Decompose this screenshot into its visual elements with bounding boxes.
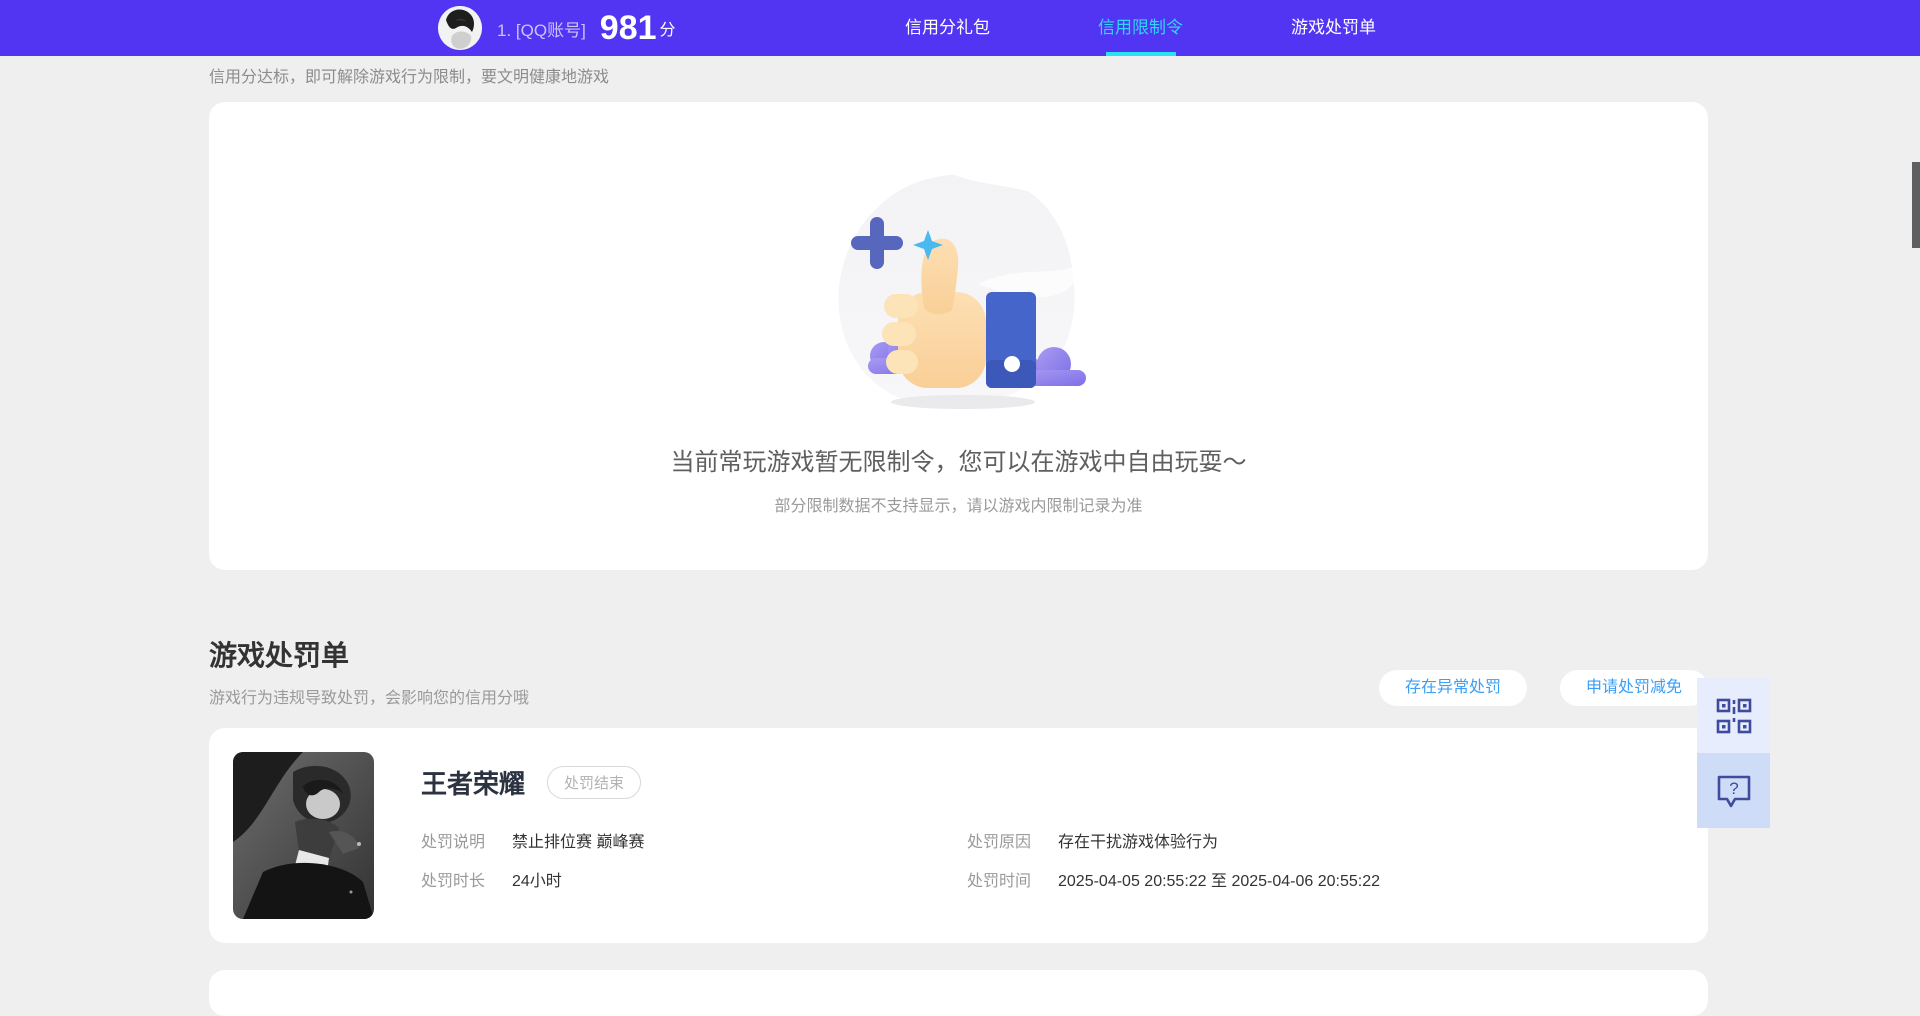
help-bubble-icon: ? bbox=[1714, 772, 1754, 810]
field-label: 处罚时间 bbox=[967, 867, 1058, 891]
qr-code-button[interactable] bbox=[1697, 678, 1770, 753]
top-nav: 信用分礼包 信用限制令 游戏处罚单 bbox=[851, 0, 1430, 56]
penalty-card-content: 王者荣耀 处罚结束 处罚说明 禁止排位赛 巅峰赛 处罚原因 存在干扰游戏体验行为… bbox=[421, 764, 1678, 891]
tab-game-penalty[interactable]: 游戏处罚单 bbox=[1237, 0, 1430, 56]
field-value: 24小时 bbox=[512, 867, 562, 891]
field-value: 存在干扰游戏体验行为 bbox=[1058, 828, 1218, 852]
game-name: 王者荣耀 bbox=[421, 764, 525, 801]
floating-side-widget: ? bbox=[1697, 678, 1770, 828]
field-value: 2025-04-05 20:55:22 至 2025-04-06 20:55:2… bbox=[1058, 867, 1380, 891]
penalty-status-badge: 处罚结束 bbox=[547, 766, 641, 799]
credit-score-value: 981 bbox=[600, 0, 657, 56]
field-value: 禁止排位赛 巅峰赛 bbox=[512, 828, 644, 852]
field-label: 处罚说明 bbox=[421, 828, 512, 852]
top-bar: 1. [QQ账号] 981 分 信用分礼包 信用限制令 游戏处罚单 bbox=[0, 0, 1920, 56]
next-penalty-card-partial bbox=[209, 970, 1708, 1016]
penalty-time-field: 处罚时间 2025-04-05 20:55:22 至 2025-04-06 20… bbox=[967, 867, 1678, 891]
penalty-reduction-button[interactable]: 申请处罚减免 bbox=[1560, 670, 1708, 706]
field-label: 处罚原因 bbox=[967, 828, 1058, 852]
help-glyph: ? bbox=[1729, 779, 1738, 798]
game-art-image bbox=[233, 752, 374, 919]
tab-credit-gift[interactable]: 信用分礼包 bbox=[851, 0, 1044, 56]
credit-notice-text: 信用分达标，即可解除游戏行为限制，要文明健康地游戏 bbox=[209, 63, 1920, 87]
abnormal-penalty-button[interactable]: 存在异常处罚 bbox=[1379, 670, 1527, 706]
penalty-record-card: 王者荣耀 处罚结束 处罚说明 禁止排位赛 巅峰赛 处罚原因 存在干扰游戏体验行为… bbox=[209, 728, 1708, 943]
limitation-disclaimer: 部分限制数据不支持显示，请以游戏内限制记录为准 bbox=[774, 492, 1142, 516]
account-label: 1. [QQ账号] bbox=[497, 16, 586, 41]
game-thumbnail bbox=[233, 752, 374, 919]
penalty-reason-field: 处罚原因 存在干扰游戏体验行为 bbox=[967, 828, 1678, 852]
penalty-section-subtitle: 游戏行为违规导致处罚，会影响您的信用分哦 bbox=[209, 684, 529, 708]
tab-credit-limitation[interactable]: 信用限制令 bbox=[1044, 0, 1237, 56]
qr-code-icon bbox=[1715, 697, 1753, 735]
penalty-section-titles: 游戏处罚单 游戏行为违规导致处罚，会影响您的信用分哦 bbox=[209, 634, 529, 708]
penalty-card-title-row: 王者荣耀 处罚结束 bbox=[421, 764, 1678, 801]
penalty-fields: 处罚说明 禁止排位赛 巅峰赛 处罚原因 存在干扰游戏体验行为 处罚时长 24小时… bbox=[421, 828, 1678, 891]
thumbs-up-illustration bbox=[828, 168, 1090, 416]
penalty-description-field: 处罚说明 禁止排位赛 巅峰赛 bbox=[421, 828, 967, 852]
field-label: 处罚时长 bbox=[421, 867, 512, 891]
penalty-duration-field: 处罚时长 24小时 bbox=[421, 867, 967, 891]
penalty-section-title: 游戏处罚单 bbox=[209, 634, 529, 674]
penalty-section-header: 游戏处罚单 游戏行为违规导致处罚，会影响您的信用分哦 存在异常处罚 申请处罚减免 bbox=[209, 634, 1708, 708]
avatar[interactable] bbox=[438, 6, 482, 50]
limitation-card: 当前常玩游戏暂无限制令，您可以在游戏中自由玩耍～ 部分限制数据不支持显示，请以游… bbox=[209, 102, 1708, 570]
help-button[interactable]: ? bbox=[1697, 753, 1770, 828]
penalty-section-actions: 存在异常处罚 申请处罚减免 bbox=[1379, 670, 1708, 708]
avatar-image bbox=[438, 6, 482, 50]
no-limitation-message: 当前常玩游戏暂无限制令，您可以在游戏中自由玩耍～ bbox=[671, 442, 1247, 477]
vertical-scrollbar-thumb[interactable] bbox=[1912, 162, 1920, 248]
account-area: 1. [QQ账号] 981 分 bbox=[438, 0, 676, 56]
credit-score-unit: 分 bbox=[660, 16, 676, 40]
